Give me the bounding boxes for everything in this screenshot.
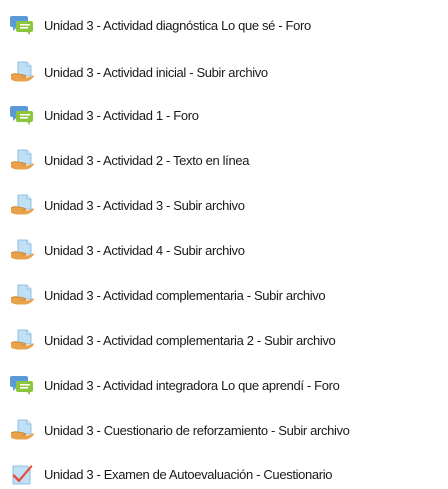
activity-link[interactable]: Unidad 3 - Actividad 2 - Texto en línea [44,153,249,168]
activity-item[interactable]: Unidad 3 - Actividad inicial - Subir arc… [10,59,268,85]
activity-item[interactable]: Unidad 3 - Actividad complementaria - Su… [10,282,326,308]
assignment-icon[interactable] [10,60,34,84]
assignment-icon[interactable] [10,238,34,262]
activity-link[interactable]: Unidad 3 - Actividad 4 - Subir archivo [44,243,245,258]
assignment-icon[interactable] [10,193,34,217]
activity-link[interactable]: Unidad 3 - Actividad complementaria 2 - … [44,333,336,348]
activity-item[interactable]: Unidad 3 - Actividad 2 - Texto en línea [10,147,249,173]
activity-link[interactable]: Unidad 3 - Actividad 1 - Foro [44,108,199,123]
forum-icon[interactable] [10,373,34,397]
assignment-icon[interactable] [10,418,34,442]
activity-item[interactable]: Unidad 3 - Examen de Autoevaluación - Cu… [10,461,333,487]
assignment-icon[interactable] [10,148,34,172]
activity-link[interactable]: Unidad 3 - Actividad complementaria - Su… [44,288,326,303]
forum-icon[interactable] [10,13,34,37]
activity-link[interactable]: Unidad 3 - Actividad diagnóstica Lo que … [44,18,311,33]
activity-item[interactable]: Unidad 3 - Actividad 1 - Foro [10,102,199,128]
activity-item[interactable]: Unidad 3 - Actividad integradora Lo que … [10,372,340,398]
assignment-icon[interactable] [10,328,34,352]
activity-item[interactable]: Unidad 3 - Actividad 4 - Subir archivo [10,237,245,263]
activity-link[interactable]: Unidad 3 - Cuestionario de reforzamiento… [44,423,350,438]
activity-item[interactable]: Unidad 3 - Actividad 3 - Subir archivo [10,192,245,218]
activity-link[interactable]: Unidad 3 - Actividad 3 - Subir archivo [44,198,245,213]
quiz-icon[interactable] [10,462,34,486]
activity-item[interactable]: Unidad 3 - Actividad diagnóstica Lo que … [10,12,311,38]
activity-item[interactable]: Unidad 3 - Cuestionario de reforzamiento… [10,417,350,443]
activity-list: Unidad 3 - Actividad diagnóstica Lo que … [0,0,448,489]
activity-link[interactable]: Unidad 3 - Actividad integradora Lo que … [44,378,340,393]
activity-link[interactable]: Unidad 3 - Actividad inicial - Subir arc… [44,65,268,80]
assignment-icon[interactable] [10,283,34,307]
activity-item[interactable]: Unidad 3 - Actividad complementaria 2 - … [10,327,336,353]
activity-link[interactable]: Unidad 3 - Examen de Autoevaluación - Cu… [44,467,333,482]
forum-icon[interactable] [10,103,34,127]
